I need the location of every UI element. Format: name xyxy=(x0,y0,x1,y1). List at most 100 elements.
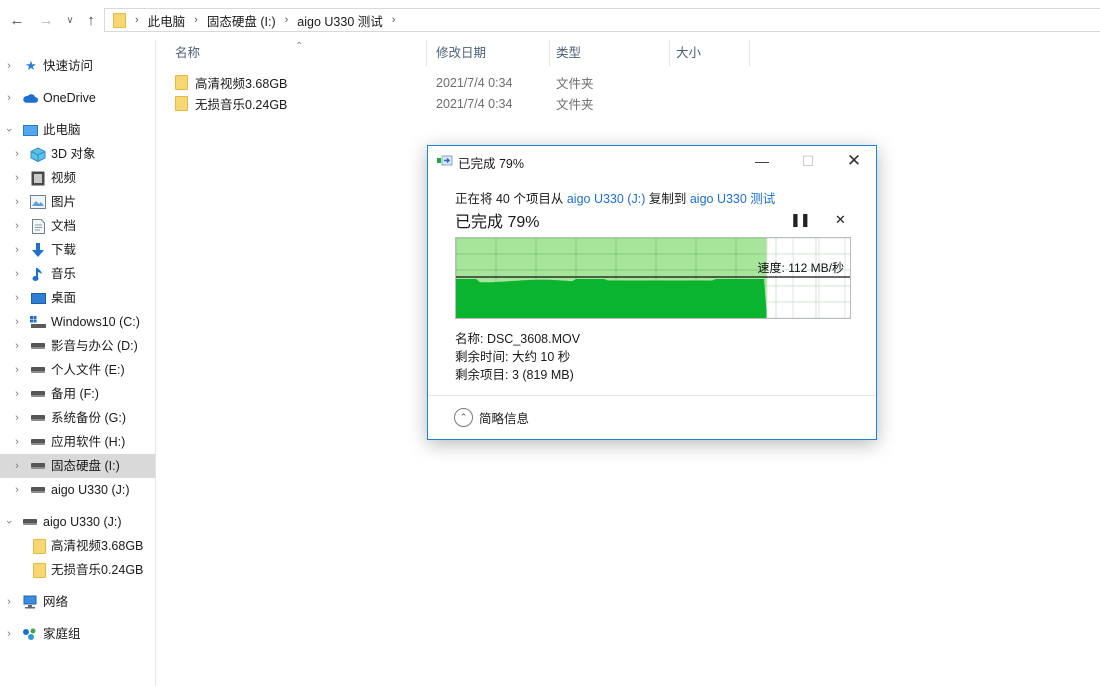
breadcrumb-item[interactable]: 固态硬盘 (I:) xyxy=(207,11,276,30)
drive-icon xyxy=(30,458,46,474)
expand-chevron-icon[interactable]: › xyxy=(11,454,23,478)
file-row[interactable]: 无损音乐0.24GB 2021/7/4 0:34 文件夹 xyxy=(175,93,655,114)
breadcrumb-separator-icon[interactable]: › xyxy=(392,14,396,26)
expand-chevron-icon[interactable]: › xyxy=(11,430,23,454)
cloud-icon xyxy=(22,90,38,106)
sidebar-item[interactable]: › 固态硬盘 (I:) xyxy=(0,454,155,478)
nav-homegroup[interactable]: › 家庭组 xyxy=(0,622,155,646)
nav-label: 高清视频3.68GB xyxy=(51,539,144,553)
sidebar-item[interactable]: › 文档 xyxy=(0,214,155,238)
breadcrumb-item[interactable]: 此电脑 xyxy=(148,11,186,30)
forward-arrow-icon[interactable]: → xyxy=(37,10,55,30)
sidebar-item[interactable]: › 桌面 xyxy=(0,286,155,310)
column-header-date[interactable]: 修改日期 xyxy=(418,40,538,66)
column-header-type[interactable]: 类型 xyxy=(538,40,658,66)
address-bar[interactable]: › 此电脑 › 固态硬盘 (I:) › aigo U330 测试 › xyxy=(104,8,1100,32)
recent-locations-chevron-icon[interactable]: ∨ xyxy=(61,10,79,30)
nav-quick-access[interactable]: › ★ 快速访问 xyxy=(0,54,155,78)
breadcrumb-item[interactable]: aigo U330 测试 xyxy=(297,11,382,30)
sidebar-item[interactable]: › 应用软件 (H:) xyxy=(0,430,155,454)
sidebar-item[interactable]: › 系统备份 (G:) xyxy=(0,406,155,430)
expand-chevron-icon[interactable]: › xyxy=(11,190,23,214)
expand-chevron-icon[interactable]: › xyxy=(11,142,23,166)
expand-chevron-icon[interactable]: › xyxy=(11,406,23,430)
nav-label: 影音与办公 (D:) xyxy=(51,339,138,353)
expand-chevron-icon[interactable]: › xyxy=(11,286,23,310)
expand-chevron-icon[interactable]: › xyxy=(11,214,23,238)
sidebar-item[interactable]: › 图片 xyxy=(0,190,155,214)
dialog-title: 已完成 79% xyxy=(458,157,524,171)
fewer-details-toggle[interactable]: ⌃ 简略信息 xyxy=(454,408,529,427)
sidebar-item[interactable]: › aigo U330 (J:) xyxy=(0,478,155,502)
nav-label: OneDrive xyxy=(43,91,96,105)
summary-text: 复制到 xyxy=(648,192,687,206)
file-date: 2021/7/4 0:34 xyxy=(436,75,513,90)
expand-chevron-icon[interactable]: › xyxy=(3,86,15,110)
maximize-icon: ☐ xyxy=(801,152,815,169)
column-header-label: 大小 xyxy=(676,46,702,60)
up-arrow-icon[interactable]: ↑ xyxy=(82,10,100,30)
desktop-icon xyxy=(30,290,46,306)
sidebar-item[interactable]: › 下载 xyxy=(0,238,155,262)
star-icon: ★ xyxy=(25,58,37,73)
expand-chevron-icon[interactable]: › xyxy=(11,238,23,262)
system-drive-icon xyxy=(30,314,46,330)
computer-icon xyxy=(22,122,38,138)
expand-chevron-icon[interactable]: › xyxy=(3,54,15,78)
collapse-chevron-icon[interactable]: › xyxy=(0,124,21,136)
expand-chevron-icon[interactable]: › xyxy=(11,382,23,406)
expand-chevron-icon[interactable]: › xyxy=(11,262,23,286)
pictures-icon xyxy=(30,194,46,210)
destination-link[interactable]: aigo U330 测试 xyxy=(690,192,775,206)
summary-text: 正在将 40 个项目从 xyxy=(455,192,564,206)
expand-chevron-icon[interactable]: › xyxy=(11,310,23,334)
close-icon[interactable]: ✕ xyxy=(831,146,877,176)
homegroup-icon xyxy=(22,626,38,642)
toggle-label: 简略信息 xyxy=(479,412,530,426)
folder-icon xyxy=(31,562,47,578)
nav-label: 视频 xyxy=(51,171,77,185)
source-link[interactable]: aigo U330 (J:) xyxy=(567,192,646,206)
expand-chevron-icon[interactable]: › xyxy=(11,166,23,190)
nav-onedrive[interactable]: › OneDrive xyxy=(0,86,155,110)
navigation-pane: › ★ 快速访问 › OneDrive › 此电脑 › 3D 对象 › 视频 › 图片 › 文… xyxy=(0,40,156,686)
cancel-icon[interactable]: ✕ xyxy=(835,212,846,228)
breadcrumb-separator-icon[interactable]: › xyxy=(194,14,198,26)
throughput-area xyxy=(456,279,767,318)
nav-network[interactable]: › 网络 xyxy=(0,590,155,614)
expand-chevron-icon[interactable]: › xyxy=(3,590,15,614)
minimize-icon[interactable]: — xyxy=(739,146,785,176)
nav-label: 网络 xyxy=(43,595,69,609)
nav-this-pc[interactable]: › 此电脑 xyxy=(0,118,155,142)
pause-icon[interactable]: ❚❚ xyxy=(790,212,811,228)
sidebar-item[interactable]: › Windows10 (C:) xyxy=(0,310,155,334)
nav-label: 此电脑 xyxy=(43,123,81,137)
file-row[interactable]: 高清视频3.68GB 2021/7/4 0:34 文件夹 xyxy=(175,72,655,93)
expand-chevron-icon[interactable]: › xyxy=(11,334,23,358)
sidebar-item[interactable]: › 视频 xyxy=(0,166,155,190)
column-header-label: 修改日期 xyxy=(436,46,487,60)
file-type: 文件夹 xyxy=(556,77,594,91)
nav-usb-folder[interactable]: 无损音乐0.24GB xyxy=(0,558,155,582)
expand-chevron-icon[interactable]: › xyxy=(3,622,15,646)
speed-graph-svg xyxy=(455,237,850,319)
expand-chevron-icon[interactable]: › xyxy=(11,358,23,382)
sidebar-item[interactable]: › 音乐 xyxy=(0,262,155,286)
collapse-chevron-icon[interactable]: › xyxy=(0,516,21,528)
sidebar-item[interactable]: › 个人文件 (E:) xyxy=(0,358,155,382)
file-name: 高清视频3.68GB xyxy=(195,77,288,91)
nav-usb-drive[interactable]: › aigo U330 (J:) xyxy=(0,510,155,534)
column-header-name[interactable]: 名称 ⌃ xyxy=(157,40,419,66)
sidebar-item[interactable]: › 备用 (F:) xyxy=(0,382,155,406)
sort-ascending-icon: ⌃ xyxy=(295,41,304,52)
breadcrumb-separator-icon[interactable]: › xyxy=(285,14,289,26)
drive-icon xyxy=(22,514,38,530)
nav-label: 图片 xyxy=(51,195,77,209)
nav-usb-folder[interactable]: 高清视频3.68GB xyxy=(0,534,155,558)
back-arrow-icon[interactable]: ← xyxy=(8,10,26,30)
expand-chevron-icon[interactable]: › xyxy=(11,478,23,502)
sidebar-item[interactable]: › 3D 对象 xyxy=(0,142,155,166)
column-divider[interactable] xyxy=(749,40,750,66)
sidebar-item[interactable]: › 影音与办公 (D:) xyxy=(0,334,155,358)
column-header-size[interactable]: 大小 xyxy=(658,40,748,66)
